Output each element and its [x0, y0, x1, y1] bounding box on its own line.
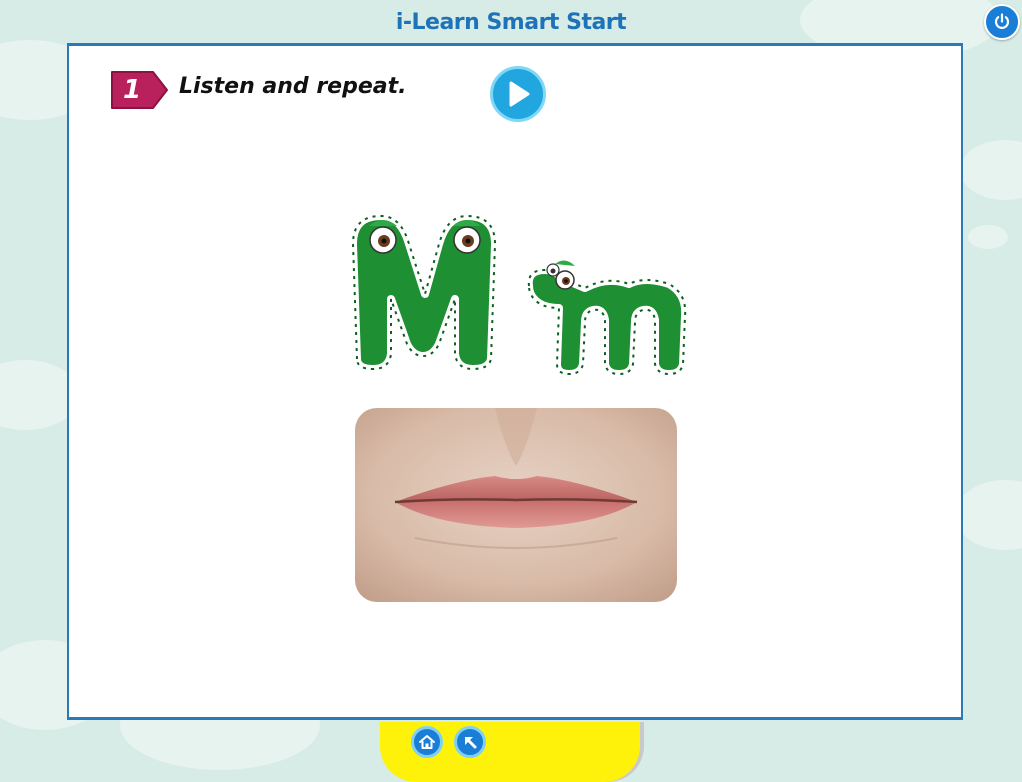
app-title: i-Learn Smart Start [395, 10, 627, 35]
play-icon [509, 81, 530, 107]
power-button[interactable] [984, 4, 1020, 40]
back-button[interactable] [454, 726, 486, 758]
mouth-photo [355, 408, 677, 602]
monster-letters-illustration [349, 212, 690, 378]
activity-number-badge: 1 [109, 70, 169, 110]
home-icon [419, 735, 435, 749]
activity-panel: 1 Listen and repeat. [67, 43, 963, 720]
background-cloud [955, 480, 1022, 550]
back-arrow-icon [465, 737, 477, 749]
activity-number: 1 [122, 75, 142, 105]
lowercase-m-monster [524, 260, 690, 378]
mouth-image [355, 408, 677, 602]
background-cloud [960, 140, 1022, 200]
power-icon [994, 13, 1010, 29]
uppercase-m-monster [349, 212, 499, 373]
home-button[interactable] [411, 726, 443, 758]
play-audio-button[interactable] [490, 66, 546, 122]
background-cloud [968, 225, 1008, 249]
activity-instruction: Listen and repeat. [179, 74, 407, 99]
